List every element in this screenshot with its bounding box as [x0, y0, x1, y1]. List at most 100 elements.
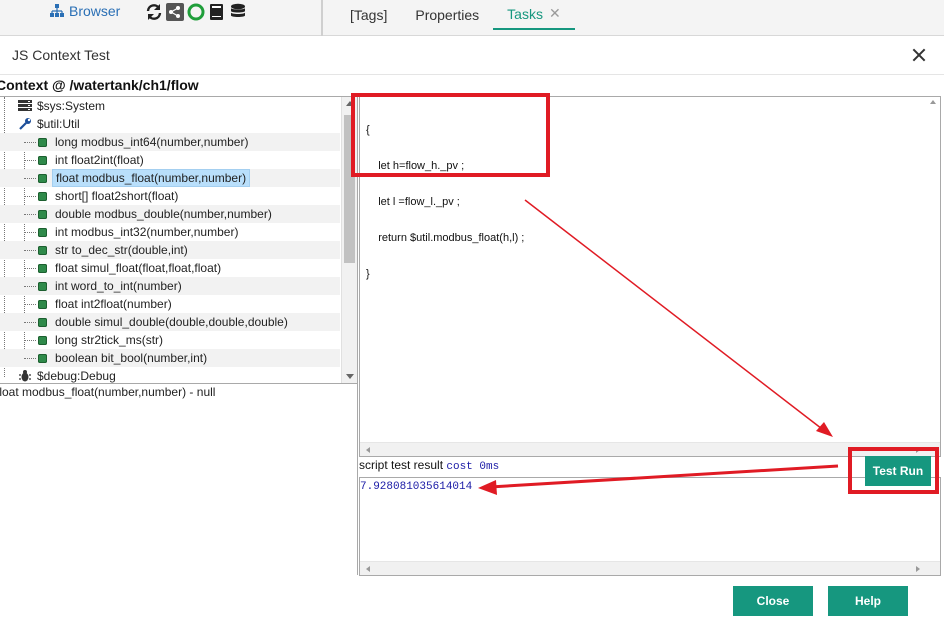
left-panel-border [357, 384, 358, 575]
function-icon [38, 281, 47, 291]
code-line: let l =flow_l._pv ; [366, 196, 460, 208]
function-icon [38, 353, 47, 363]
function-icon [38, 335, 47, 345]
tree-guide [24, 250, 36, 251]
app-top-bar: Browser [Tags] Properties Tasks ✕ [0, 0, 944, 36]
tree-item-label: str to_dec_str(double,int) [55, 243, 188, 257]
tree-item[interactable]: long str2tick_ms(str) [0, 331, 340, 349]
sitemap-icon [50, 4, 64, 17]
result-cost: cost 0ms [446, 461, 500, 473]
function-icon [38, 209, 47, 219]
tree-guide [24, 142, 36, 143]
tree-item-label: short[] float2short(float) [55, 189, 179, 203]
function-icon [38, 173, 47, 183]
toolbar-icons [145, 3, 247, 21]
context-tree: $sys:System $util:Util long modbus_int64… [0, 96, 358, 384]
scroll-left-icon[interactable] [366, 566, 370, 572]
tree-item[interactable]: float int2float(number) [0, 295, 340, 313]
tree-root-label: $debug:Debug [37, 369, 116, 383]
close-button[interactable]: Close [733, 586, 813, 616]
result-label-text: script test result [359, 458, 444, 472]
tab-close-icon[interactable]: ✕ [549, 5, 561, 22]
tree-item[interactable]: double simul_double(double,double,double… [0, 313, 340, 331]
server-icon [18, 100, 32, 111]
tree-item[interactable]: int modbus_int32(number,number) [0, 223, 340, 241]
tree-root-label: $sys:System [37, 99, 106, 113]
tab-tags[interactable]: [Tags] [336, 0, 401, 30]
tree-item[interactable]: int float2int(float) [0, 151, 340, 169]
wrench-icon [19, 118, 31, 130]
bug-icon [19, 370, 31, 382]
refresh-icon[interactable] [145, 3, 163, 21]
browser-link[interactable]: Browser [50, 3, 120, 19]
tree-item[interactable]: double modbus_double(number,number) [0, 205, 340, 223]
database-icon[interactable] [229, 3, 247, 21]
tree-item[interactable]: float modbus_float(number,number) [0, 169, 340, 187]
tab-tasks-label: Tasks [507, 5, 543, 22]
tree-item-label: int float2int(float) [55, 153, 144, 167]
tree-item[interactable]: str to_dec_str(double,int) [0, 241, 340, 259]
tree-item-label: double modbus_double(number,number) [55, 207, 272, 221]
result-horizontal-scrollbar[interactable] [360, 561, 940, 575]
tree-item-label: float modbus_float(number,number) [52, 169, 251, 187]
tree-item-label: boolean bit_bool(number,int) [55, 351, 208, 365]
panel-divider [321, 0, 323, 36]
tree-guide [24, 232, 36, 233]
tree-guide [24, 286, 36, 287]
dialog-title: JS Context Test [12, 47, 110, 63]
function-icon [38, 137, 47, 147]
close-icon[interactable] [908, 45, 930, 67]
scroll-left-icon[interactable] [366, 447, 370, 453]
tree-guide [24, 160, 36, 161]
tree-item-label: int word_to_int(number) [55, 279, 182, 293]
tree-item-label: int modbus_int32(number,number) [55, 225, 239, 239]
tab-properties[interactable]: Properties [401, 0, 493, 30]
function-icon [38, 191, 47, 201]
tab-properties-label: Properties [415, 6, 480, 23]
scroll-right-icon[interactable] [916, 566, 920, 572]
scroll-up-icon[interactable] [930, 100, 936, 104]
tab-bar: [Tags] Properties Tasks ✕ [336, 0, 575, 30]
scroll-down-icon[interactable] [346, 374, 354, 379]
tree-root-sys[interactable]: $sys:System [0, 97, 340, 115]
tree-item[interactable]: int word_to_int(number) [0, 277, 340, 295]
tree-root-debug[interactable]: $debug:Debug [0, 367, 340, 383]
tree-guide [24, 304, 36, 305]
function-icon [38, 263, 47, 273]
browser-label: Browser [69, 3, 121, 19]
tree-root-util[interactable]: $util:Util [0, 115, 340, 133]
tree-guide [24, 268, 36, 269]
code-line: } [366, 268, 370, 280]
tree-guide [24, 322, 36, 323]
tab-tags-label: [Tags] [350, 6, 388, 23]
code-line: return $util.modbus_float(h,l) ; [366, 232, 525, 244]
tree-guide [24, 178, 36, 179]
tree-root-label: $util:Util [37, 117, 80, 131]
button-highlight-box [848, 447, 939, 494]
tree-item-label: float int2float(number) [55, 297, 172, 311]
circle-icon[interactable] [187, 3, 205, 21]
help-button[interactable]: Help [828, 586, 908, 616]
result-label: script test result cost 0ms [359, 458, 499, 473]
context-title: Context @ /watertank/ch1/flow [0, 77, 199, 93]
tree-item[interactable]: boolean bit_bool(number,int) [0, 349, 340, 367]
tree-item-label: long str2tick_ms(str) [55, 333, 164, 347]
tree-guide [24, 196, 36, 197]
function-icon [38, 245, 47, 255]
tree-item[interactable]: long modbus_int64(number,number) [0, 133, 340, 151]
tree-item-label: long modbus_int64(number,number) [55, 135, 249, 149]
dialog-header: JS Context Test [0, 37, 944, 75]
tree-guide [24, 340, 36, 341]
editor-vertical-scrollbar[interactable] [924, 97, 940, 456]
function-icon [38, 227, 47, 237]
result-value: 7.928081035614014 [360, 481, 473, 493]
code-highlight-box [351, 93, 550, 177]
function-icon [38, 155, 47, 165]
tree-item[interactable]: float simul_float(float,float,float) [0, 259, 340, 277]
tree-guide [24, 358, 36, 359]
tab-tasks[interactable]: Tasks ✕ [493, 0, 575, 30]
tree-item-label: double simul_double(double,double,double… [55, 315, 288, 329]
book-icon[interactable] [208, 3, 226, 21]
share-icon[interactable] [166, 3, 184, 21]
tree-item[interactable]: short[] float2short(float) [0, 187, 340, 205]
